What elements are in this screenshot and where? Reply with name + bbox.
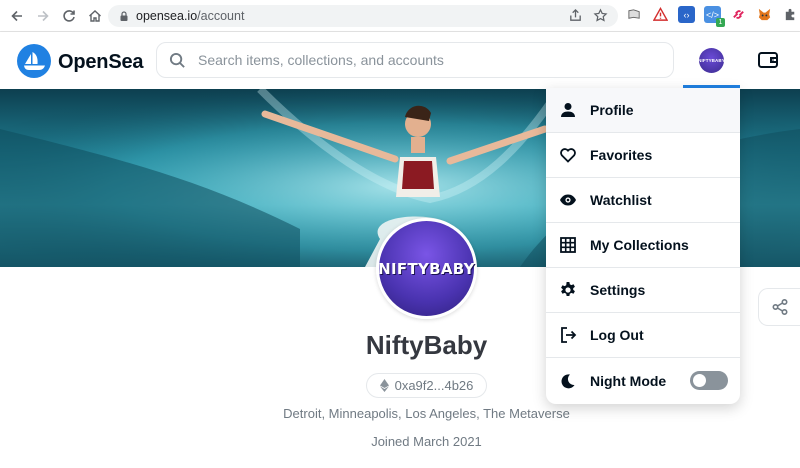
search-bar[interactable] xyxy=(156,42,674,78)
share-button[interactable] xyxy=(758,288,800,326)
menu-item-my-collections[interactable]: My Collections xyxy=(546,223,740,268)
back-icon[interactable] xyxy=(4,3,30,29)
wallet-icon[interactable] xyxy=(757,49,779,71)
reload-icon[interactable] xyxy=(56,3,82,29)
menu-item-profile[interactable]: Profile xyxy=(546,88,740,133)
menu-item-label: Profile xyxy=(590,102,634,118)
lock-icon xyxy=(120,11,128,21)
menu-item-settings[interactable]: Settings xyxy=(546,268,740,313)
site-header: OpenSea NIFTYBABY xyxy=(0,32,800,89)
extension-devtools-icon[interactable]: </> 1 xyxy=(704,6,725,27)
moon-icon xyxy=(558,371,578,391)
extension-link-icon[interactable] xyxy=(730,6,747,23)
menu-item-label: My Collections xyxy=(590,237,689,253)
bookmark-star-icon[interactable] xyxy=(593,8,608,23)
address-bar[interactable]: opensea.io/account xyxy=(108,5,618,27)
menu-item-log-out[interactable]: Log Out xyxy=(546,313,740,358)
menu-item-label: Favorites xyxy=(590,147,653,163)
account-dropdown-menu: Profile Favorites Watchlist My Collectio… xyxy=(546,88,740,404)
menu-item-label: Log Out xyxy=(590,327,644,343)
person-icon xyxy=(558,100,578,120)
home-icon[interactable] xyxy=(82,3,108,29)
heart-icon xyxy=(558,145,578,165)
share-page-icon[interactable] xyxy=(568,8,583,23)
opensea-logo-icon[interactable] xyxy=(17,44,51,78)
menu-item-label: Settings xyxy=(590,282,646,298)
extension-warning-icon[interactable] xyxy=(652,6,669,23)
avatar-text: NIFTYBABY xyxy=(698,58,725,63)
toggle-knob xyxy=(693,374,706,387)
extensions-puzzle-icon[interactable] xyxy=(782,6,799,23)
ethereum-icon xyxy=(379,379,389,392)
wallet-address-button[interactable]: 0xa9f2...4b26 xyxy=(366,373,487,398)
url-text: opensea.io/account xyxy=(136,9,245,23)
account-avatar-button[interactable]: NIFTYBABY xyxy=(698,48,725,73)
metamask-fox-icon[interactable] xyxy=(756,6,773,23)
search-icon xyxy=(169,52,185,68)
menu-item-label: Watchlist xyxy=(590,192,652,208)
profile-location: Detroit, Minneapolis, Los Angeles, The M… xyxy=(283,406,570,421)
grid-icon xyxy=(558,235,578,255)
menu-item-watchlist[interactable]: Watchlist xyxy=(546,178,740,223)
extension-mirror-icon[interactable] xyxy=(626,6,643,23)
browser-toolbar: opensea.io/account ‹› </> 1 xyxy=(0,0,800,32)
extension-code-icon[interactable]: ‹› xyxy=(678,6,695,23)
brand-name[interactable]: OpenSea xyxy=(58,51,144,74)
share-icon xyxy=(771,298,788,316)
profile-joined-date: Joined March 2021 xyxy=(371,434,482,449)
night-mode-toggle[interactable] xyxy=(690,371,728,390)
gear-icon xyxy=(558,280,578,300)
wallet-address-text: 0xa9f2...4b26 xyxy=(394,378,474,393)
menu-item-favorites[interactable]: Favorites xyxy=(546,133,740,178)
profile-avatar[interactable]: NIFTYBABY xyxy=(376,218,477,319)
menu-item-label: Night Mode xyxy=(590,372,667,389)
search-input[interactable] xyxy=(198,52,638,68)
menu-item-night-mode[interactable]: Night Mode xyxy=(546,358,740,403)
logout-icon xyxy=(558,325,578,345)
profile-avatar-text: NIFTYBABY xyxy=(378,259,475,278)
eye-icon xyxy=(558,190,578,210)
forward-icon[interactable] xyxy=(30,3,56,29)
